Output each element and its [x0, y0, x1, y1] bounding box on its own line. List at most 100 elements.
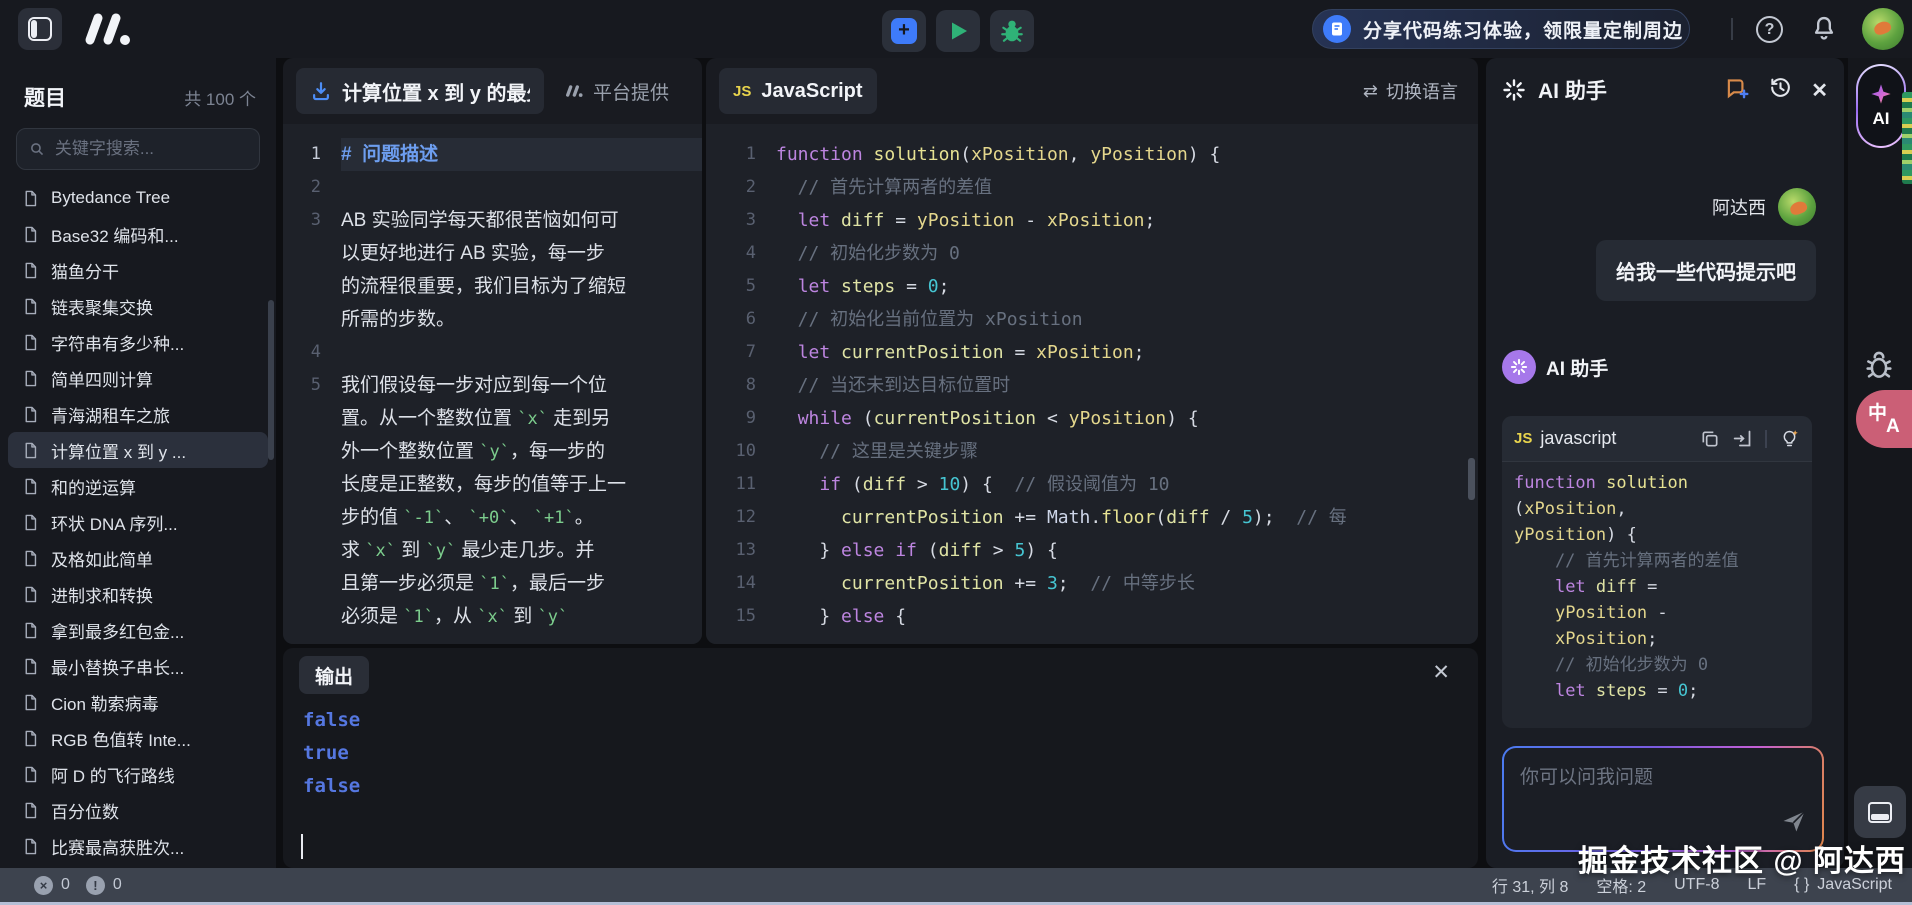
sidebar-item[interactable]: 进制求和转换: [8, 576, 268, 612]
toggle-bottom-panel-button[interactable]: [1854, 786, 1906, 838]
ai-sparkle-icon: [1502, 78, 1526, 102]
sidebar-item[interactable]: 百分位数: [8, 792, 268, 828]
sidebar-toggle-button[interactable]: [18, 8, 62, 50]
sidebar-item[interactable]: 猫鱼分干: [8, 252, 268, 288]
ai-pill-button[interactable]: AI: [1856, 64, 1906, 148]
code-line: 3AB 实验同学每天都很苦恼如何可: [283, 204, 702, 237]
sidebar-item[interactable]: 字符串有多少种...: [8, 324, 268, 360]
close-icon: ✕: [1432, 661, 1450, 684]
line-number: 14: [706, 567, 776, 600]
sidebar-item[interactable]: 最小替换子串长...: [8, 648, 268, 684]
cursor-position[interactable]: 行 31, 列 8: [1492, 873, 1568, 897]
document-icon: [22, 190, 39, 207]
copy-icon: [1700, 429, 1720, 449]
sidebar-item[interactable]: 拿到最多红包金...: [8, 612, 268, 648]
new-chat-button[interactable]: [1724, 75, 1750, 106]
terminal-cursor: [301, 834, 303, 859]
switch-language-button[interactable]: ⇄ 切换语言: [1363, 78, 1458, 104]
document-icon: [22, 442, 39, 459]
document-icon: [22, 370, 39, 387]
problem-list: Bytedance Tree Base32 编码和...猫鱼分干链表聚集交换字符串…: [0, 180, 276, 864]
notifications-button[interactable]: [1810, 14, 1838, 47]
tab-platform-provided[interactable]: 平台提供: [564, 78, 669, 105]
sidebar-item-label: 拿到最多红包金...: [51, 618, 184, 643]
sidebar-item[interactable]: 链表聚集交换: [8, 288, 268, 324]
sidebar-item[interactable]: 环状 DNA 序列...: [8, 504, 268, 540]
sidebar-item-label: Bytedance Tree: [51, 188, 170, 208]
code-line: // 初始化步数为 0: [1514, 652, 1800, 678]
assistant-row: AI 助手: [1502, 350, 1608, 384]
line-number: [283, 435, 341, 468]
translate-button[interactable]: 中 A: [1856, 390, 1912, 448]
output-close-button[interactable]: ✕: [1432, 660, 1450, 685]
document-icon: [22, 802, 39, 819]
sidebar-item[interactable]: Bytedance Tree: [8, 180, 268, 216]
sidebar-item[interactable]: 计算位置 x 到 y ...: [8, 432, 268, 468]
strip-debug-button[interactable]: [1862, 348, 1896, 387]
ai-close-button[interactable]: ✕: [1811, 78, 1828, 103]
line-number: [283, 402, 341, 435]
topbar-divider: [1731, 18, 1733, 40]
sidebar-item[interactable]: 简单四则计算: [8, 360, 268, 396]
editor-scrollbar[interactable]: [1468, 458, 1475, 500]
output-value: false: [303, 704, 360, 737]
sidebar-item-label: 简单四则计算: [51, 366, 153, 391]
ai-pill-label: AI: [1873, 109, 1890, 129]
js-icon: JS: [733, 83, 751, 100]
document-icon: [22, 658, 39, 675]
line-number: 1: [706, 138, 776, 171]
line-number: [283, 534, 341, 567]
description-editor[interactable]: 1# 问题描述23AB 实验同学每天都很苦恼如何可以更好地进行 AB 实验，每一…: [283, 124, 702, 644]
sidebar-item[interactable]: 阿 D 的飞行路线: [8, 756, 268, 792]
sidebar-item[interactable]: Base32 编码和...: [8, 216, 268, 252]
document-icon: [22, 694, 39, 711]
sidebar-item-label: 字符串有多少种...: [51, 330, 184, 355]
line-number: 11: [706, 468, 776, 501]
history-button[interactable]: [1768, 75, 1793, 105]
explain-code-button[interactable]: [1779, 428, 1800, 449]
sidebar-icon: [28, 17, 52, 41]
chat-input[interactable]: 你可以问我问题: [1504, 748, 1822, 850]
sidebar-item[interactable]: 青海湖租车之旅: [8, 396, 268, 432]
sidebar-item[interactable]: 比赛最高获胜次...: [8, 828, 268, 864]
plus-icon: +: [891, 18, 917, 44]
line-number: 7: [706, 336, 776, 369]
tab-problem-description[interactable]: 计算位置 x 到 y 的最少步数: [296, 68, 544, 114]
output-tab[interactable]: 输出: [299, 656, 369, 694]
debug-button[interactable]: [990, 10, 1034, 52]
code-line: 13 } else if (diff > 5) {: [706, 534, 1478, 567]
line-number: [283, 501, 341, 534]
sidebar-item[interactable]: RGB 色值转 Inte...: [8, 720, 268, 756]
help-button[interactable]: ?: [1756, 16, 1783, 43]
add-file-button[interactable]: +: [882, 10, 926, 52]
code-line: (xPosition,: [1514, 496, 1800, 522]
problems-status[interactable]: × 0 ! 0: [34, 876, 130, 895]
tab-javascript[interactable]: JS JavaScript: [719, 68, 877, 114]
run-button[interactable]: [936, 10, 980, 52]
banner-text: 分享代码练习体验，领限量定制周边: [1363, 16, 1683, 43]
history-clock-icon: [1768, 75, 1793, 100]
line-number: 6: [706, 303, 776, 336]
search-input[interactable]: [55, 139, 247, 159]
promo-banner[interactable]: 分享代码练习体验，领限量定制周边: [1312, 9, 1690, 49]
sidebar-item[interactable]: 和的逆运算: [8, 468, 268, 504]
sidebar-scrollbar[interactable]: [268, 300, 274, 460]
code-line: 步的值 `-1`、 `+0`、 `+1`。: [283, 501, 702, 534]
marscode-logo[interactable]: [80, 11, 134, 52]
app-window: + 分享代码练习体验，领限量定制周边 ?: [0, 0, 1912, 905]
swap-arrows-icon: ⇄: [1363, 81, 1378, 102]
bug-outline-icon: [1862, 348, 1896, 382]
document-icon: [22, 586, 39, 603]
line-number: 3: [283, 204, 341, 237]
insert-code-button[interactable]: [1732, 428, 1753, 449]
document-icon: [22, 838, 39, 855]
sidebar-item[interactable]: 及格如此简单: [8, 540, 268, 576]
copy-code-button[interactable]: [1700, 429, 1720, 449]
sidebar-item[interactable]: Cion 勒索病毒: [8, 684, 268, 720]
platform-logo-icon: [564, 83, 584, 99]
code-line: let steps = 0;: [1514, 678, 1800, 704]
code-editor[interactable]: 1function solution(xPosition, yPosition)…: [706, 124, 1478, 644]
user-avatar[interactable]: [1862, 8, 1904, 50]
ai-panel-title: AI 助手: [1538, 75, 1607, 105]
search-box[interactable]: [16, 128, 260, 170]
